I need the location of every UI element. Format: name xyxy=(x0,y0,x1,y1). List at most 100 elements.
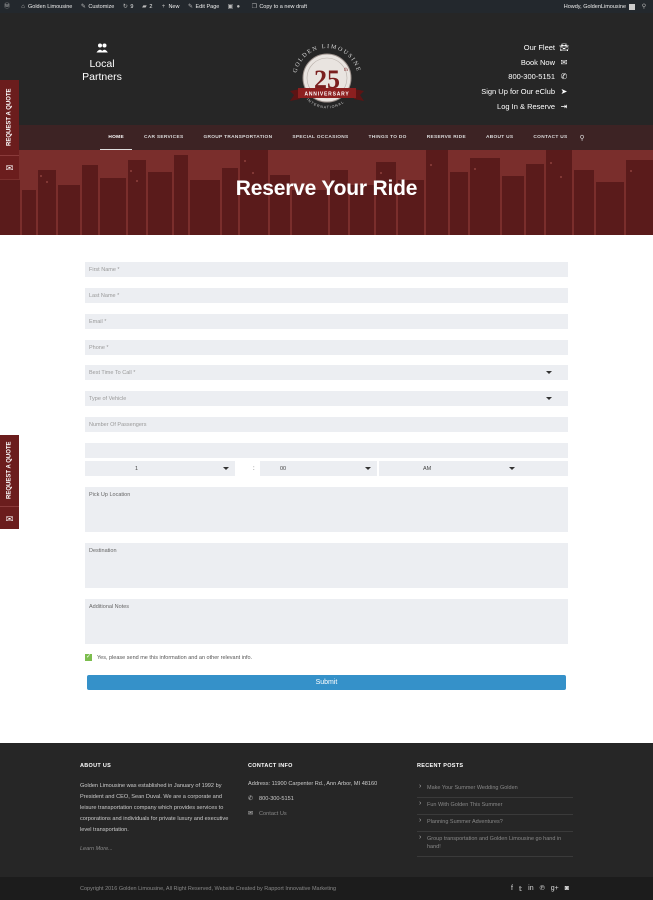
wordpress-logo-menu[interactable]: Ⓦ xyxy=(4,4,12,10)
comments-link[interactable]: ▰ 2 xyxy=(141,4,152,10)
footer-phone[interactable]: ✆ 800-300-5151 xyxy=(248,795,377,803)
our-fleet-label: Our Fleet xyxy=(523,42,555,52)
phone-field[interactable]: Phone * xyxy=(85,340,568,355)
nav-item-things-to-do[interactable]: THINGS TO DO xyxy=(369,125,407,150)
edit-page-link[interactable]: ✎ Edit Page xyxy=(187,4,219,10)
ampm-select[interactable]: AM xyxy=(379,461,521,476)
new-label: New xyxy=(168,3,180,10)
search-icon[interactable]: ⚲ xyxy=(580,134,585,142)
header-quick-links: Our Fleet 🚘︎ Book Now ✉ 800-300-5151 ✆ Sign… xyxy=(481,40,569,114)
pencil-icon: ✎ xyxy=(187,3,193,10)
phone-placeholder: Phone * xyxy=(89,344,109,351)
edit-page-label: Edit Page xyxy=(195,3,220,10)
phone-link[interactable]: 800-300-5151 ✆ xyxy=(481,70,569,85)
passengers-field[interactable]: Number Of Passengers xyxy=(85,417,568,432)
search-icon[interactable]: ⚲ xyxy=(641,4,647,10)
twitter-icon[interactable]: 𝕥 xyxy=(519,885,522,893)
request-quote-tab-top[interactable]: REQUEST A QUOTE ✉ xyxy=(0,80,19,179)
home-icon: ⌂ xyxy=(21,3,25,10)
book-now-label: Book Now xyxy=(520,57,555,67)
time-row-filler xyxy=(521,461,568,476)
site-name-menu[interactable]: ⌂ Golden Limousine xyxy=(20,4,72,10)
login-reserve-link[interactable]: Log In & Reserve ⇥ xyxy=(481,99,569,114)
footer-recent-posts: RECENT POSTS Make Your Summer Wedding Go… xyxy=(417,763,573,857)
chevron-down-icon xyxy=(223,467,229,470)
eclub-signup-link[interactable]: Sign Up for Our eClub ➤ xyxy=(481,84,569,99)
book-now-link[interactable]: Book Now ✉ xyxy=(481,55,569,70)
additional-notes-textarea[interactable]: Additional Notes xyxy=(85,599,568,644)
request-quote-label: REQUEST A QUOTE xyxy=(6,88,13,147)
site-name-label: Golden Limousine xyxy=(28,3,73,10)
wp-admin-bar: Ⓦ ⌂ Golden Limousine ✎ Customize ↻ 9 ▰ 2 + Ne… xyxy=(0,0,653,13)
vehicle-type-select[interactable]: Type of Vehicle xyxy=(85,391,568,406)
local-partners-label: Local Partners xyxy=(82,58,122,83)
plugin-menu[interactable]: ▣ ● xyxy=(227,4,243,10)
nav-item-car-services[interactable]: CAR SERVICES xyxy=(144,125,184,150)
google-plus-icon[interactable]: g+ xyxy=(551,885,559,892)
passengers-placeholder: Number Of Passengers xyxy=(89,421,147,428)
people-icon xyxy=(74,43,130,57)
nav-item-home[interactable]: HOME xyxy=(100,125,132,150)
phone-label: 800-300-5151 xyxy=(508,72,555,82)
best-time-select[interactable]: Best Time To Call * xyxy=(85,365,568,380)
time-separator: : xyxy=(253,465,255,472)
footer-contact-us-link[interactable]: ✉ Contact Us xyxy=(248,810,377,818)
recent-post-link[interactable]: Fun With Golden This Summer xyxy=(417,798,573,815)
recent-post-link[interactable]: Group transportation and Golden Limousin… xyxy=(417,832,573,857)
social-links: f 𝕥 in ℗ g+ ◙ xyxy=(505,877,569,900)
plus-icon: + xyxy=(161,3,166,10)
recent-post-link[interactable]: Planning Summer Adventures? xyxy=(417,815,573,832)
copy-icon: ❐ xyxy=(251,3,258,10)
last-name-placeholder: Last Name * xyxy=(89,292,120,299)
pinterest-icon[interactable]: ℗ xyxy=(540,885,545,892)
copyright-text: Copyright 2016 Golden Limousine, All Rig… xyxy=(80,885,337,892)
envelope-icon: ✉ xyxy=(0,155,19,179)
nav-item-group-transportation[interactable]: GROUP TRANSPORTATION xyxy=(203,125,272,150)
howdy-account-menu[interactable]: Howdy, GoldenLimousine xyxy=(564,4,626,10)
consent-checkbox[interactable]: ✓ xyxy=(85,654,92,661)
vehicle-type-value: Type of Vehicle xyxy=(89,395,127,402)
contact-us-label: Contact Us xyxy=(259,810,287,817)
customize-link[interactable]: ✎ Customize xyxy=(80,4,115,10)
footer-address: Address: 11900 Carpenter Rd., Ann Arbor,… xyxy=(248,781,377,787)
submit-button[interactable]: Submit xyxy=(87,675,566,690)
recent-post-link[interactable]: Make Your Summer Wedding Golden xyxy=(417,781,573,798)
envelope-icon: ✉ xyxy=(560,57,568,67)
learn-more-link[interactable]: Learn More... xyxy=(80,846,240,852)
updates-link[interactable]: ↻ 9 xyxy=(122,3,134,10)
hour-select[interactable]: 1 xyxy=(85,461,235,476)
nav-item-contact-us[interactable]: CONTACT US xyxy=(533,125,567,150)
linkedin-icon[interactable]: in xyxy=(528,885,533,892)
request-quote-tab-side[interactable]: REQUEST A QUOTE ✉ xyxy=(0,435,19,529)
nav-item-special-occasions[interactable]: SPECIAL OCCASIONS xyxy=(292,125,348,150)
avatar[interactable] xyxy=(629,3,635,10)
minute-select[interactable]: 00 xyxy=(260,461,377,476)
first-name-field[interactable]: First Name * xyxy=(85,262,568,277)
logo-number-suffix: th xyxy=(344,68,348,73)
best-time-value: Best Time To Call * xyxy=(89,369,136,376)
last-name-field[interactable]: Last Name * xyxy=(85,288,568,303)
golden-limousine-logo[interactable]: GOLDEN LIMOUSINE 25 th ANNIVERSARY INTER… xyxy=(282,33,372,123)
comment-icon: ▰ xyxy=(142,3,147,10)
instagram-icon[interactable]: ◙ xyxy=(565,885,569,892)
main-navigation: HOME CAR SERVICES GROUP TRANSPORTATION S… xyxy=(0,125,653,150)
first-name-placeholder: First Name * xyxy=(89,266,120,273)
site-header: Local Partners GOLDEN LIMOUSINE 25 th AN… xyxy=(0,13,653,125)
facebook-icon[interactable]: f xyxy=(511,885,513,892)
refresh-icon: ↻ xyxy=(122,3,128,10)
pickup-location-textarea[interactable]: Pick Up Location xyxy=(85,487,568,532)
new-content-menu[interactable]: + New xyxy=(160,3,180,10)
footer-contact-heading: CONTACT INFO xyxy=(248,763,293,769)
footer-about-text: Golden Limousine was established in Janu… xyxy=(80,783,229,833)
copy-draft-link[interactable]: ❐ Copy to a new draft xyxy=(251,4,307,10)
date-field[interactable] xyxy=(85,443,568,458)
phone-icon: ✆ xyxy=(560,72,568,82)
local-partners-link[interactable]: Local Partners xyxy=(74,43,130,84)
nav-item-reserve-ride[interactable]: RESERVE RIDE xyxy=(427,125,466,150)
email-field[interactable]: Email * xyxy=(85,314,568,329)
destination-placeholder: Destination xyxy=(89,548,117,554)
destination-textarea[interactable]: Destination xyxy=(85,543,568,588)
our-fleet-link[interactable]: Our Fleet 🚘︎ xyxy=(481,40,569,55)
nav-item-about-us[interactable]: ABOUT US xyxy=(486,125,513,150)
footer-about-heading: ABOUT US xyxy=(80,763,112,769)
